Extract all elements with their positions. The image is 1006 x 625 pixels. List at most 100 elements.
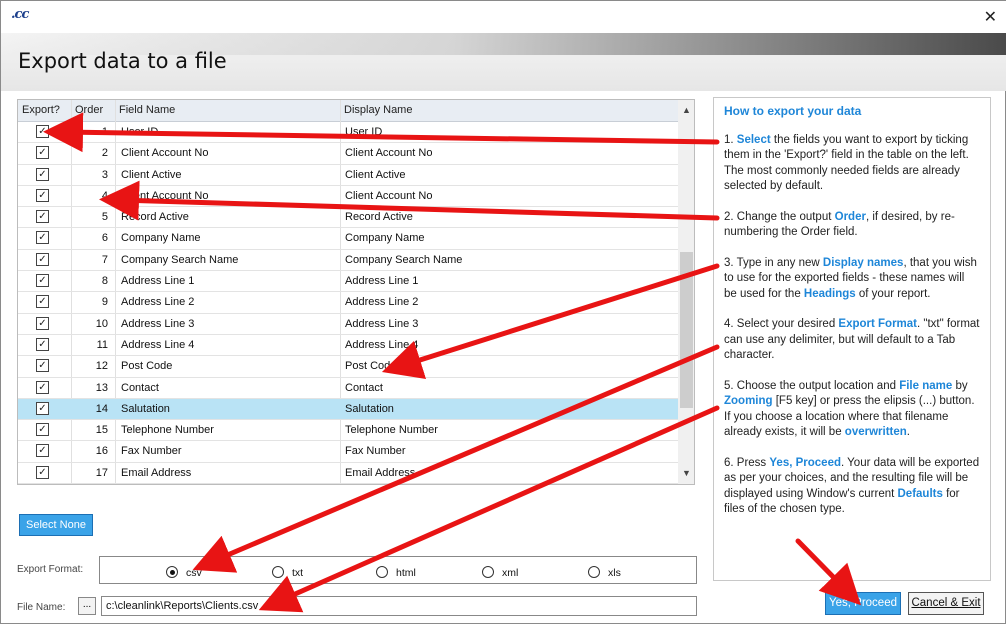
col-header-export[interactable]: Export?	[22, 104, 60, 116]
display-name-cell[interactable]: Address Line 4	[345, 339, 418, 351]
fields-grid[interactable]: Export? Order Field Name Display Name ✓ 1…	[17, 99, 695, 485]
table-row[interactable]: ✓ 11 Address Line 4 Address Line 4	[18, 335, 678, 357]
radio-icon[interactable]	[272, 566, 284, 578]
export-checkbox[interactable]: ✓	[36, 252, 49, 266]
display-name-cell[interactable]: Post Code	[345, 360, 396, 372]
table-row[interactable]: ✓ 5 Record Active Record Active	[18, 207, 678, 229]
radio-icon[interactable]	[166, 566, 178, 578]
field-name-cell: Company Search Name	[121, 253, 239, 266]
order-cell[interactable]: 5	[74, 211, 108, 223]
export-checkbox[interactable]: ✓	[36, 274, 49, 288]
col-header-display-name[interactable]: Display Name	[344, 104, 412, 116]
table-row[interactable]: ✓ 9 Address Line 2 Address Line 2	[18, 292, 678, 314]
export-checkbox[interactable]: ✓	[36, 423, 49, 437]
order-cell[interactable]: 4	[74, 190, 108, 202]
close-icon[interactable]: ✕	[984, 7, 997, 26]
table-row[interactable]: ✓ 8 Address Line 1 Address Line 1	[18, 271, 678, 293]
radio-icon[interactable]	[376, 566, 388, 578]
export-checkbox[interactable]: ✓	[36, 146, 49, 160]
scroll-thumb[interactable]	[680, 252, 693, 408]
select-none-button[interactable]: Select None	[19, 514, 93, 536]
export-checkbox[interactable]: ✓	[36, 444, 49, 458]
table-row[interactable]: ✓ 2 Client Account No Client Account No	[18, 143, 678, 165]
export-checkbox[interactable]: ✓	[36, 188, 49, 202]
table-row[interactable]: ✓ 12 Post Code Post Code	[18, 356, 678, 378]
table-row[interactable]: ✓ 13 Contact Contact	[18, 378, 678, 399]
export-checkbox[interactable]: ✓	[36, 210, 49, 224]
grid-scrollbar[interactable]: ▲ ▼	[678, 100, 694, 484]
order-cell[interactable]: 8	[74, 275, 108, 287]
order-cell[interactable]: 11	[74, 339, 108, 351]
table-row[interactable]: ✓ 17 Email Address Email Address	[18, 463, 678, 484]
order-cell[interactable]: 12	[74, 360, 108, 372]
display-name-cell[interactable]: Client Account No	[345, 147, 432, 159]
table-row[interactable]: ✓ 15 Telephone Number Telephone Number	[18, 420, 678, 442]
export-checkbox[interactable]: ✓	[36, 465, 49, 479]
radio-icon[interactable]	[588, 566, 600, 578]
file-name-input[interactable]: c:\cleanlink\Reports\Clients.csv	[101, 596, 697, 616]
display-name-cell[interactable]: Company Name	[345, 232, 424, 244]
display-name-cell[interactable]: Address Line 3	[345, 318, 418, 330]
yes-proceed-button[interactable]: Yes, Proceed	[825, 592, 901, 615]
scroll-up-icon[interactable]: ▲	[678, 102, 694, 119]
export-dialog: .cc ✕ Export data to a file Export? Orde…	[0, 0, 1006, 624]
export-checkbox[interactable]: ✓	[36, 231, 49, 245]
field-name-cell: Client Account No	[121, 189, 209, 202]
export-checkbox[interactable]: ✓	[36, 401, 49, 415]
display-name-cell[interactable]: Address Line 2	[345, 296, 418, 308]
display-name-cell[interactable]: Record Active	[345, 211, 413, 223]
table-row[interactable]: ✓ 4 Client Account No Client Account No	[18, 186, 678, 208]
order-cell[interactable]: 3	[74, 169, 108, 181]
order-cell[interactable]: 1	[74, 126, 108, 138]
help-step-1: 1. Select the fields you want to export …	[724, 133, 969, 193]
display-name-cell[interactable]: Fax Number	[345, 445, 406, 457]
field-name-cell: Contact	[121, 381, 159, 394]
table-row[interactable]: ✓ 1 User ID User ID	[18, 122, 678, 144]
order-cell[interactable]: 9	[74, 296, 108, 308]
export-checkbox[interactable]: ✓	[36, 337, 49, 351]
grid-rows: ✓ 1 User ID User ID ✓ 2 Client Account No Clien…	[18, 122, 678, 484]
export-checkbox[interactable]: ✓	[36, 167, 49, 181]
order-cell[interactable]: 13	[74, 382, 108, 394]
display-name-cell[interactable]: Telephone Number	[345, 424, 438, 436]
display-name-cell[interactable]: Contact	[345, 382, 383, 394]
browse-ellipsis-button[interactable]: ...	[78, 597, 96, 615]
export-checkbox[interactable]: ✓	[36, 125, 49, 138]
field-name-cell: Client Account No	[121, 147, 209, 160]
display-name-cell[interactable]: Client Account No	[345, 190, 432, 202]
export-checkbox[interactable]: ✓	[36, 316, 49, 330]
order-cell[interactable]: 6	[74, 232, 108, 244]
display-name-cell[interactable]: Client Active	[345, 169, 406, 181]
display-name-cell[interactable]: User ID	[345, 126, 382, 138]
cancel-exit-button[interactable]: Cancel & Exit	[908, 592, 984, 615]
display-name-cell[interactable]: Email Address	[345, 467, 415, 479]
radio-icon[interactable]	[482, 566, 494, 578]
scroll-down-icon[interactable]: ▼	[678, 465, 694, 482]
order-cell[interactable]: 14	[74, 403, 108, 415]
export-checkbox[interactable]: ✓	[36, 295, 49, 309]
table-row[interactable]: ✓ 6 Company Name Company Name	[18, 228, 678, 250]
order-cell[interactable]: 15	[74, 424, 108, 436]
export-checkbox[interactable]: ✓	[36, 359, 49, 373]
order-cell[interactable]: 16	[74, 445, 108, 457]
table-row[interactable]: ✓ 10 Address Line 3 Address Line 3	[18, 314, 678, 335]
display-name-cell[interactable]: Salutation	[345, 403, 394, 415]
export-format-label: Export Format:	[17, 564, 84, 575]
col-header-field-name[interactable]: Field Name	[119, 104, 175, 116]
title-bar: .cc ✕	[1, 1, 1006, 33]
table-row[interactable]: ✓ 3 Client Active Client Active	[18, 165, 678, 186]
help-step-4: 4. Select your desired Export Format. "t…	[724, 318, 980, 361]
table-row[interactable]: ✓ 7 Company Search Name Company Search Name	[18, 250, 678, 272]
display-name-cell[interactable]: Address Line 1	[345, 275, 418, 287]
order-cell[interactable]: 10	[74, 318, 108, 330]
field-name-cell: Address Line 1	[121, 275, 195, 288]
table-row[interactable]: ✓ 14 Salutation Salutation	[18, 398, 678, 421]
display-name-cell[interactable]: Company Search Name	[345, 254, 462, 266]
export-checkbox[interactable]: ✓	[36, 380, 49, 394]
order-cell[interactable]: 7	[74, 254, 108, 266]
col-header-order[interactable]: Order	[75, 104, 103, 116]
order-cell[interactable]: 17	[74, 467, 108, 479]
order-cell[interactable]: 2	[74, 147, 108, 159]
help-title: How to export your data	[724, 104, 862, 118]
table-row[interactable]: ✓ 16 Fax Number Fax Number	[18, 441, 678, 463]
